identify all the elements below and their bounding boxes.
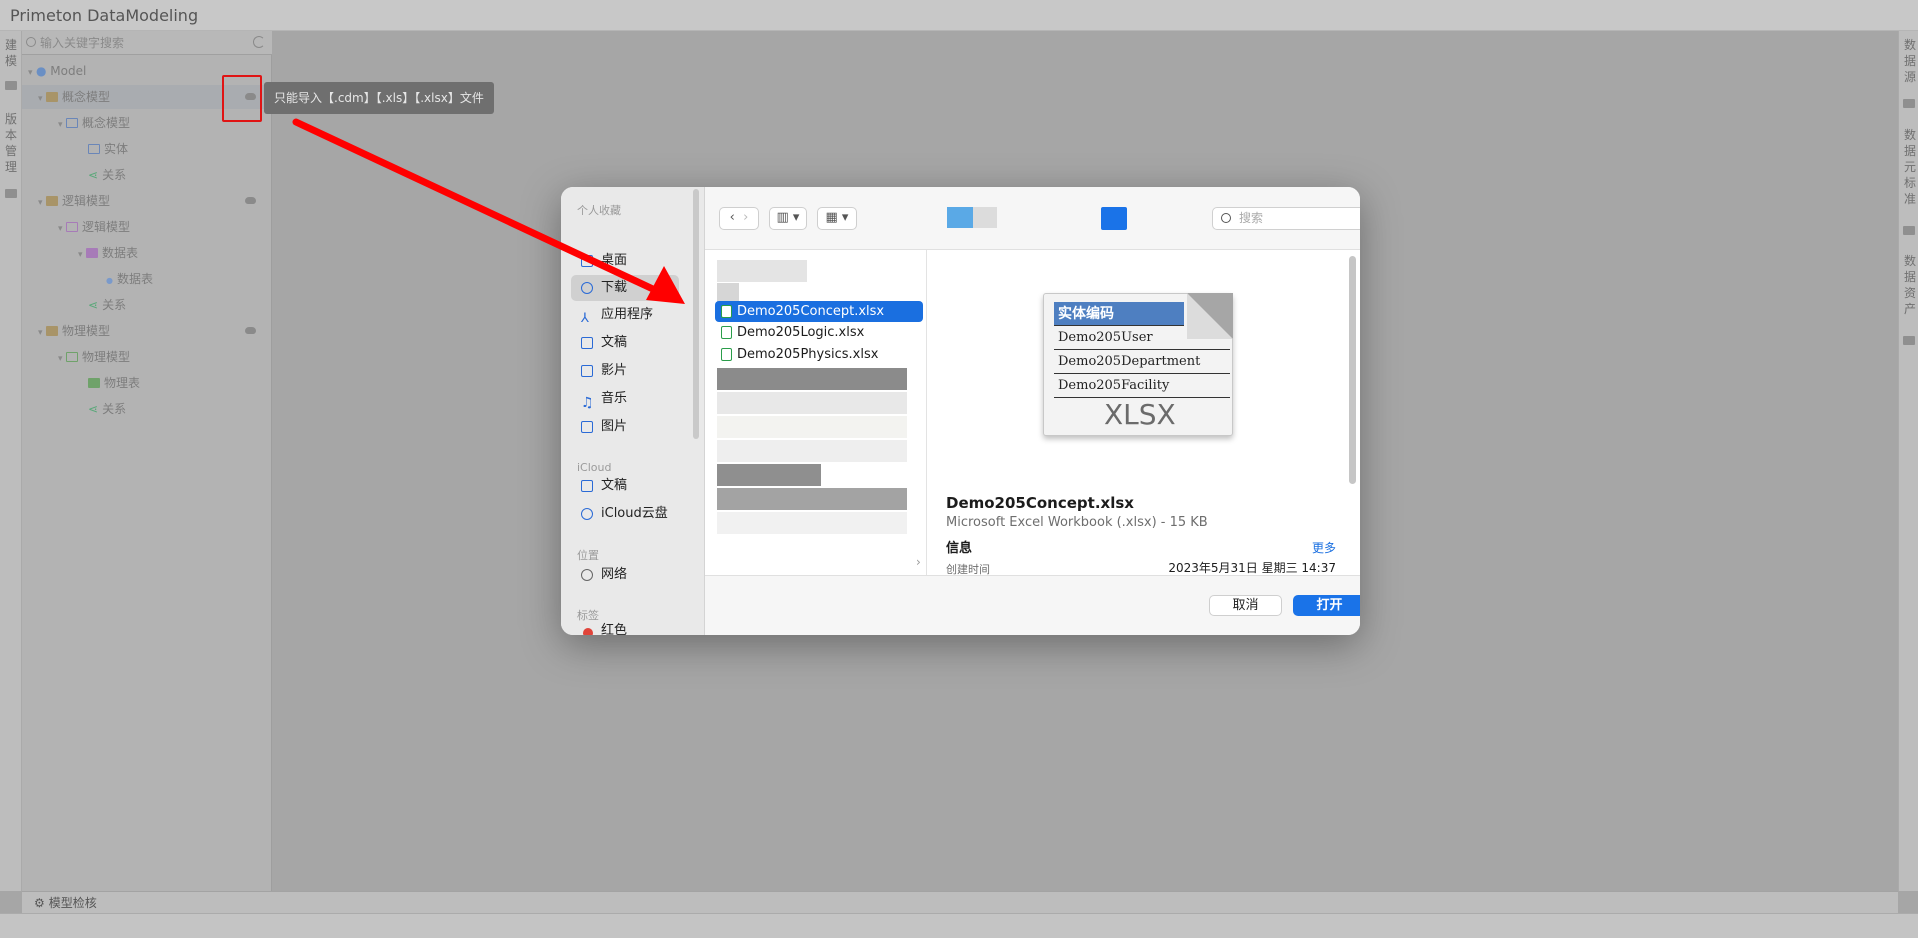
arrow-shaft <box>292 118 659 294</box>
annotation-arrow <box>292 118 685 304</box>
